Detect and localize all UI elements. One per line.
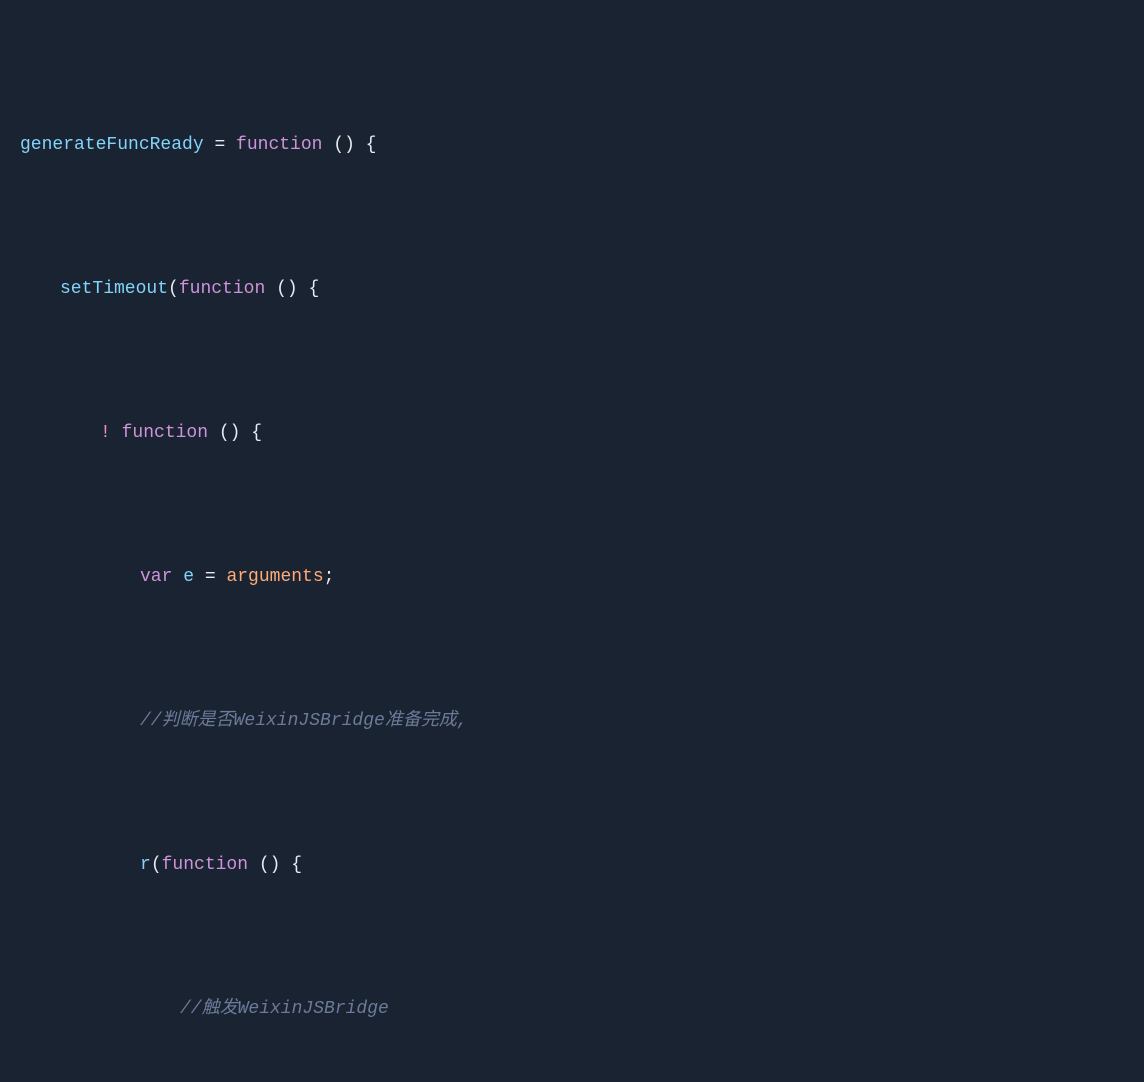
token-arguments: arguments [226, 563, 323, 592]
token-e: e [183, 563, 194, 592]
code-line-5: //判断是否WeixinJSBridge准备完成, [20, 707, 1124, 736]
token-exclaim: ! [100, 419, 111, 448]
code-line-1: generateFuncReady = function () { [20, 131, 1124, 160]
code-editor: generateFuncReady = function () { setTim… [20, 16, 1124, 1082]
token-comment2: //触发WeixinJSBridge [180, 995, 389, 1024]
token-setTimeout: setTimeout [60, 275, 168, 304]
code-line-7: //触发WeixinJSBridge [20, 995, 1124, 1024]
code-line-4: var e = arguments; [20, 563, 1124, 592]
token-comment1: //判断是否WeixinJSBridge准备完成, [140, 707, 468, 736]
code-line-6: r(function () { [20, 851, 1124, 880]
code-line-2: setTimeout(function () { [20, 275, 1124, 304]
token-var: var [140, 563, 172, 592]
code-line-3: ! function () { [20, 419, 1124, 448]
token-r: r [140, 851, 151, 880]
token-varname: generateFuncReady [20, 131, 204, 160]
